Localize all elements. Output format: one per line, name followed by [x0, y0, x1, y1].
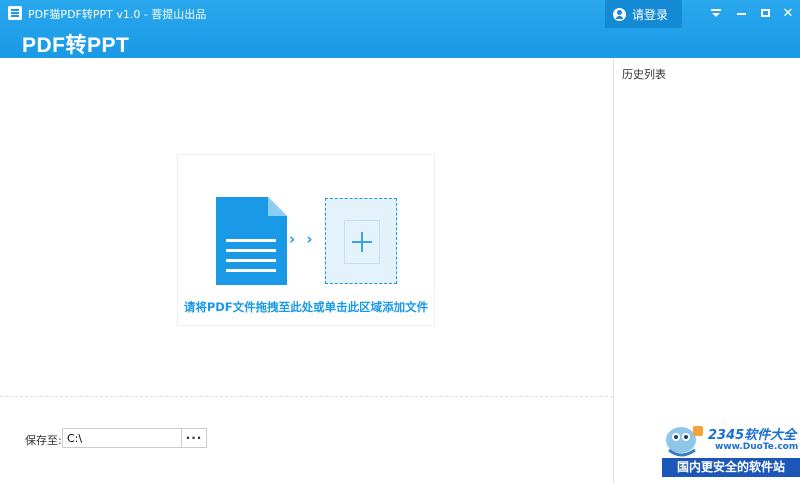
watermark-tagline: 国内更安全的软件站 — [662, 458, 800, 477]
watermark-brand: 2345软件大全 — [708, 428, 797, 443]
plus-icon — [352, 232, 372, 252]
title-bar: PDF猫PDF转PPT v1.0 - 菩提山出品 PDF转PPT 请登录 ✕ — [0, 0, 800, 58]
history-title: 历史列表 — [622, 68, 666, 81]
login-label: 请登录 — [632, 7, 669, 22]
maximize-icon — [760, 9, 770, 17]
app-heading: PDF转PPT — [22, 34, 130, 57]
mascot-icon — [666, 426, 703, 457]
browse-button[interactable]: ··· — [181, 428, 207, 448]
watermark: 2345软件大全 www.DuoTe.com 国内更安全的软件站 — [655, 418, 800, 483]
divider — [0, 396, 613, 397]
add-file-box[interactable] — [325, 198, 397, 284]
user-icon — [613, 7, 626, 21]
login-button[interactable]: 请登录 — [605, 0, 682, 28]
close-button[interactable]: ✕ — [777, 3, 799, 23]
window-title: PDF猫PDF转PPT v1.0 - 菩提山出品 — [28, 8, 207, 21]
drop-hint-text: 请将PDF文件拖拽至此处或单击此区域添加文件 — [183, 300, 429, 314]
maximize-button[interactable] — [754, 3, 776, 23]
app-icon — [8, 6, 22, 20]
pdf-file-icon — [216, 197, 287, 285]
minimize-button[interactable] — [730, 3, 752, 23]
watermark-url: www.DuoTe.com — [715, 442, 799, 452]
close-icon: ✕ — [782, 5, 794, 21]
menu-icon — [711, 8, 721, 18]
main-area: › › › 请将PDF文件拖拽至此处或单击此区域添加文件 保存至: ··· — [0, 58, 613, 483]
save-path-input[interactable] — [62, 428, 182, 448]
minimize-icon — [736, 13, 746, 15]
save-label: 保存至: — [25, 434, 62, 447]
file-drop-zone[interactable]: › › › 请将PDF文件拖拽至此处或单击此区域添加文件 — [177, 154, 435, 326]
add-file-inner — [344, 220, 380, 264]
menu-button[interactable] — [705, 3, 727, 23]
